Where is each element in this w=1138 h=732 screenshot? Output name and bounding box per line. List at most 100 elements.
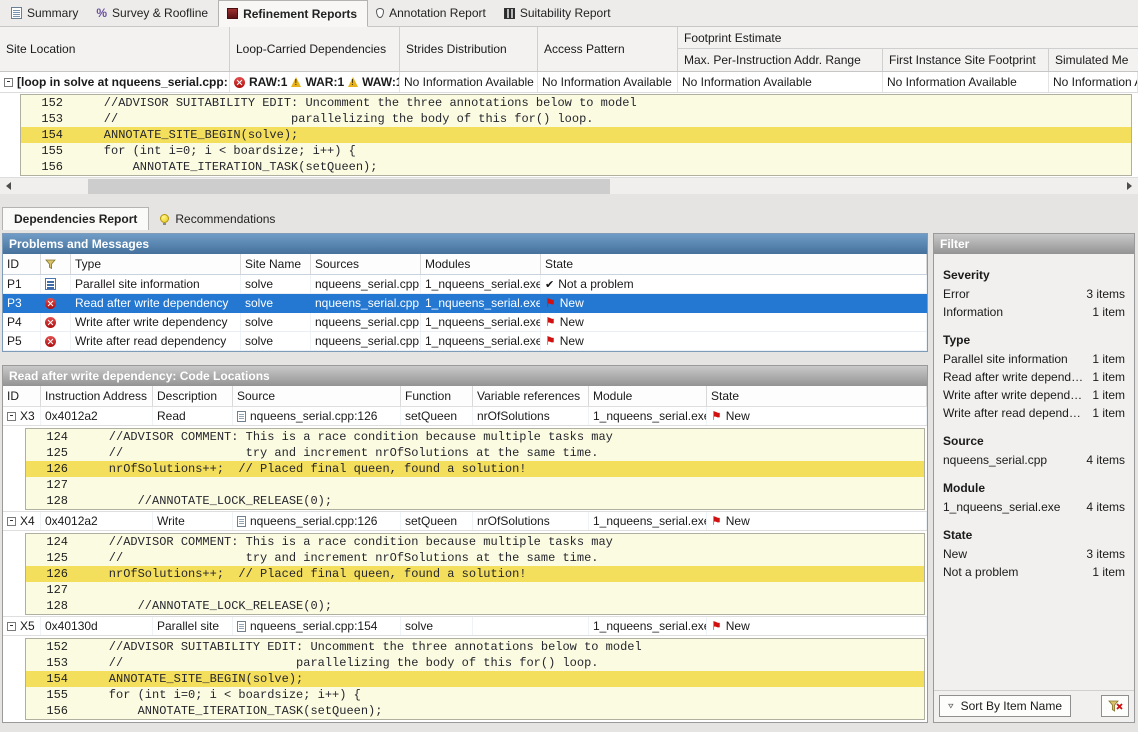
summary-icon	[11, 7, 22, 19]
column-header-source[interactable]: Source	[233, 386, 401, 406]
horizontal-scrollbar[interactable]	[0, 177, 1138, 194]
location-id: X3	[3, 407, 41, 425]
column-header-site-location[interactable]: Site Location	[0, 27, 230, 71]
filter-item[interactable]: Not a problem1 item	[934, 563, 1134, 581]
location-row[interactable]: X3 0x4012a2 Read nqueens_serial.cpp:126 …	[3, 406, 927, 426]
code-locations-header: Read after write dependency: Code Locati…	[3, 366, 927, 386]
line-number: 152	[21, 95, 75, 111]
filter-item[interactable]: New3 items	[934, 545, 1134, 563]
instruction-address: 0x4012a2	[41, 512, 153, 530]
new-flag-icon: ⚑	[545, 316, 556, 328]
column-header-sources[interactable]: Sources	[311, 254, 421, 274]
location-row[interactable]: X5 0x40130d Parallel site nqueens_serial…	[3, 616, 927, 636]
code-line: 124 //ADVISOR COMMENT: This is a race co…	[26, 429, 924, 445]
function: setQueen	[401, 407, 473, 425]
clear-filters-button[interactable]	[1101, 695, 1129, 717]
line-text: ANNOTATE_ITERATION_TASK(setQueen);	[75, 159, 377, 175]
tab-label: Survey & Roofline	[112, 6, 208, 20]
filter-group-title: Module	[934, 478, 1134, 498]
modules: 1_nqueens_serial.exe	[421, 313, 541, 331]
filter-item-label: Write after read dependency	[943, 406, 1084, 420]
sort-by-item-name-button[interactable]: Sort By Item Name	[939, 695, 1071, 717]
filter-item[interactable]: nqueens_serial.cpp4 items	[934, 451, 1134, 469]
filter-item[interactable]: Error3 items	[934, 285, 1134, 303]
line-number: 126	[26, 566, 80, 582]
problem-id: P1	[3, 275, 41, 293]
collapse-icon[interactable]	[4, 78, 13, 87]
filter-item[interactable]: Read after write dependency1 item	[934, 368, 1134, 386]
column-header-site-name[interactable]: Site Name	[241, 254, 311, 274]
column-header-id[interactable]: ID	[3, 254, 41, 274]
table-row[interactable]: P5 Write after read dependency solve nqu…	[3, 332, 927, 351]
line-text: //ANNOTATE_LOCK_RELEASE(0);	[80, 493, 332, 509]
location-row[interactable]: X4 0x4012a2 Write nqueens_serial.cpp:126…	[3, 511, 927, 531]
tab-dependencies-report[interactable]: Dependencies Report	[2, 207, 149, 230]
sort-triangle-icon	[948, 702, 954, 710]
filter-item[interactable]: 1_nqueens_serial.exe4 items	[934, 498, 1134, 516]
tab-refinement-reports[interactable]: Refinement Reports	[218, 0, 368, 27]
state-text: Not a problem	[558, 277, 633, 291]
site-row[interactable]: [loop in solve at nqueens_serial.cpp: ..…	[0, 72, 1138, 93]
collapse-icon[interactable]	[7, 412, 16, 421]
line-text: // try and increment nrOfSolutions at th…	[80, 550, 598, 566]
column-header-variable-references[interactable]: Variable references	[473, 386, 589, 406]
column-header-description[interactable]: Description	[153, 386, 233, 406]
locations-column-headers: ID Instruction Address Description Sourc…	[3, 386, 927, 407]
refinement-grid: Site Location Loop-Carried Dependencies …	[0, 27, 1138, 194]
column-header-loop-carried[interactable]: Loop-Carried Dependencies	[230, 27, 400, 71]
table-row[interactable]: P4 Write after write dependency solve nq…	[3, 313, 927, 332]
code-line: 127	[26, 582, 924, 598]
document-icon	[237, 516, 246, 527]
line-text: //ADVISOR SUITABILITY EDIT: Uncomment th…	[75, 95, 637, 111]
collapse-icon[interactable]	[7, 517, 16, 526]
footprint-subheaders: Max. Per-Instruction Addr. Range First I…	[678, 49, 1138, 71]
column-header-id[interactable]: ID	[3, 386, 41, 406]
filter-item[interactable]: Write after write dependency1 item	[934, 386, 1134, 404]
severity-cell	[41, 313, 71, 331]
scrollbar-thumb[interactable]	[88, 179, 610, 194]
filter-panel-header: Filter	[934, 234, 1134, 254]
column-header-first-instance[interactable]: First Instance Site Footprint	[883, 49, 1049, 71]
line-text: ANNOTATE_ITERATION_TASK(setQueen);	[80, 703, 382, 719]
tab-annotation-report[interactable]: Annotation Report	[368, 0, 496, 26]
filter-item[interactable]: Information1 item	[934, 303, 1134, 321]
table-row[interactable]: P1 Parallel site information solve nquee…	[3, 275, 927, 294]
column-header-simulated[interactable]: Simulated Me	[1049, 49, 1138, 71]
column-header-modules[interactable]: Modules	[421, 254, 541, 274]
column-header-module[interactable]: Module	[589, 386, 707, 406]
column-header-footprint-estimate[interactable]: Footprint Estimate	[678, 27, 1138, 49]
column-header-access-pattern[interactable]: Access Pattern	[538, 27, 678, 71]
lightbulb-icon	[160, 214, 169, 223]
line-text: for (int i=0; i < boardsize; i++) {	[80, 687, 361, 703]
column-header-function[interactable]: Function	[401, 386, 473, 406]
line-number: 156	[21, 159, 75, 175]
column-header-state[interactable]: State	[541, 254, 927, 274]
column-header-instruction-address[interactable]: Instruction Address	[41, 386, 153, 406]
tab-label: Refinement Reports	[243, 7, 357, 21]
filter-item-count: 1 item	[1092, 305, 1125, 319]
collapse-icon[interactable]	[7, 622, 16, 631]
filter-item-label: Parallel site information	[943, 352, 1084, 366]
filter-item[interactable]: Parallel site information1 item	[934, 350, 1134, 368]
column-header-strides[interactable]: Strides Distribution	[400, 27, 538, 71]
tab-recommendations[interactable]: Recommendations	[149, 207, 286, 230]
code-line-highlighted: 154 ANNOTATE_SITE_BEGIN(solve);	[21, 127, 1131, 143]
column-header-addr-range[interactable]: Max. Per-Instruction Addr. Range	[678, 49, 883, 71]
tab-suitability-report[interactable]: Suitability Report	[496, 0, 621, 26]
scroll-right-button[interactable]	[1121, 178, 1138, 195]
tab-summary[interactable]: Summary	[3, 0, 88, 26]
scroll-left-button[interactable]	[0, 178, 17, 195]
problems-panel: Problems and Messages ID Type Site Name …	[2, 233, 928, 352]
filter-item[interactable]: Write after read dependency 1 item	[934, 404, 1134, 422]
column-header-state[interactable]: State	[707, 386, 927, 406]
column-header-type[interactable]: Type	[71, 254, 241, 274]
table-row-selected[interactable]: P3 Read after write dependency solve nqu…	[3, 294, 927, 313]
filter-funnel-icon	[45, 259, 56, 270]
code-line: 152 //ADVISOR SUITABILITY EDIT: Uncommen…	[26, 639, 924, 655]
tab-survey-roofline[interactable]: % Survey & Roofline	[88, 0, 218, 26]
column-header-severity[interactable]	[41, 254, 71, 274]
code-line-highlighted: 126 nrOfSolutions++; // Placed final que…	[26, 566, 924, 582]
filter-item-count: 1 item	[1092, 406, 1125, 420]
line-number: 127	[26, 582, 80, 598]
report-tab-bar: Dependencies Report Recommendations	[2, 207, 1138, 230]
